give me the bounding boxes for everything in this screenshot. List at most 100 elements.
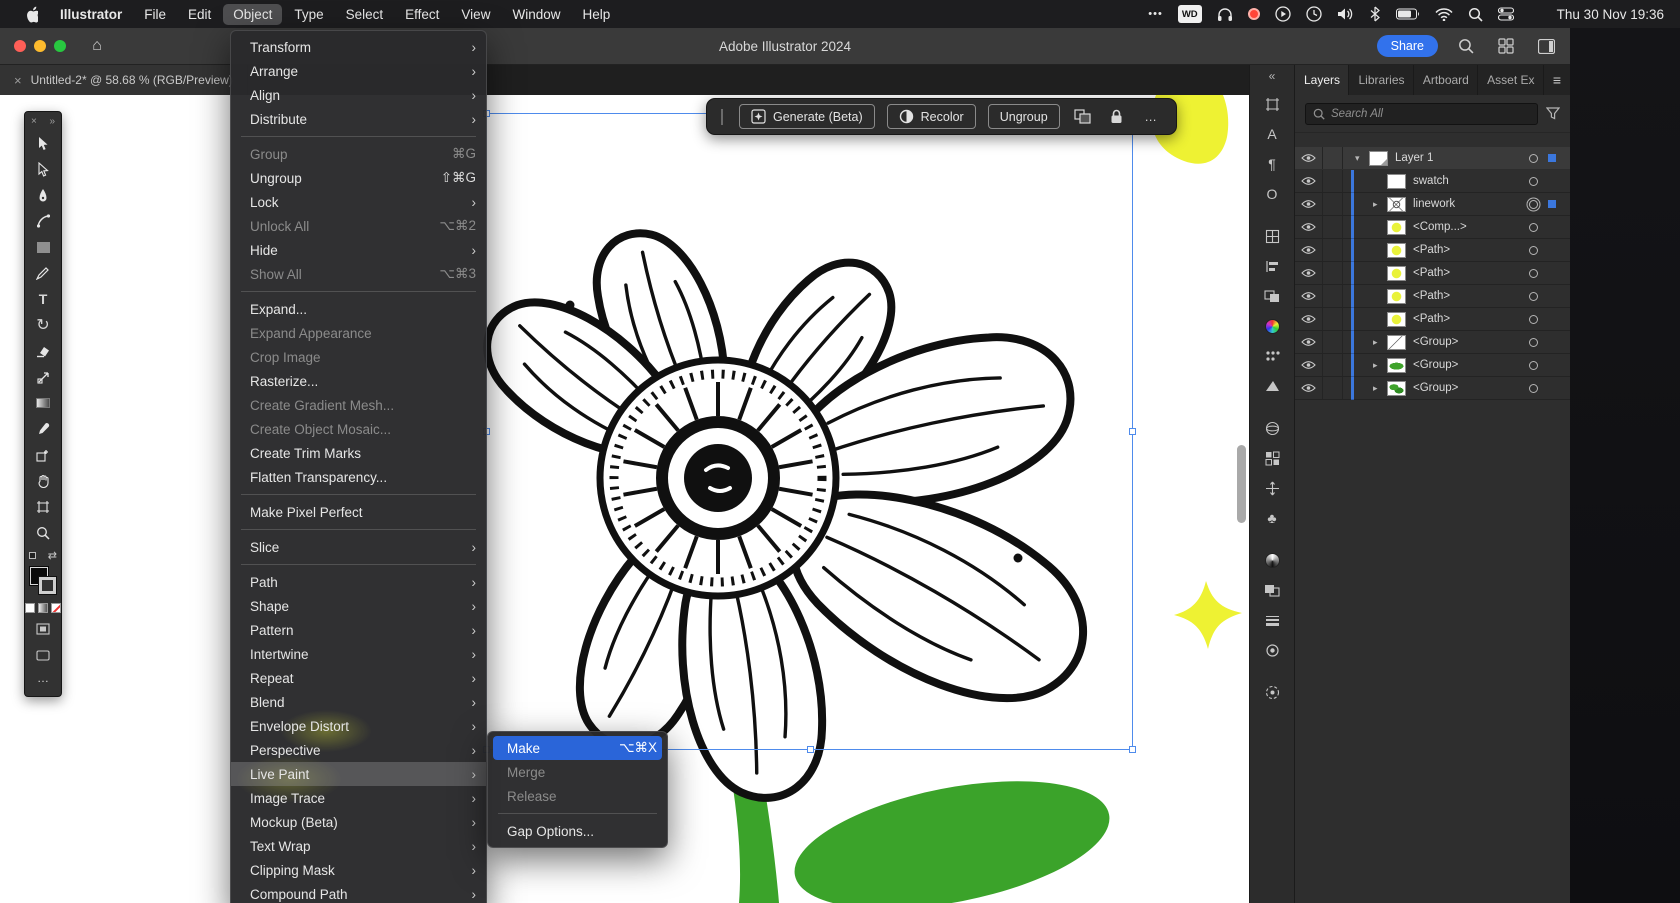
visibility-eye-icon[interactable] — [1295, 285, 1323, 307]
submenu-item-make[interactable]: Make⌥⌘X — [493, 736, 662, 760]
target-circle[interactable] — [1529, 246, 1538, 255]
menu-item-slice[interactable]: Slice› — [231, 535, 486, 559]
layer-name[interactable]: swatch — [1413, 175, 1449, 187]
lock-column[interactable] — [1323, 216, 1343, 238]
group-objects-icon[interactable] — [1072, 106, 1094, 128]
swatches-panel-icon[interactable] — [1250, 371, 1295, 401]
panel-menu-icon[interactable]: ≡ — [1544, 65, 1570, 95]
layer-thumbnail[interactable] — [1387, 335, 1406, 350]
headphones-icon[interactable] — [1217, 5, 1233, 23]
more-apps-icon[interactable]: ••• — [1148, 5, 1163, 23]
target-circle[interactable] — [1529, 338, 1538, 347]
symbols-panel-icon[interactable]: ♣ — [1250, 503, 1295, 533]
menu-item-transform[interactable]: Transform› — [231, 35, 486, 59]
target-circle[interactable] — [1529, 223, 1538, 232]
artboard-tool[interactable] — [24, 494, 62, 520]
target-circle[interactable] — [1529, 177, 1538, 186]
menubar-app-name[interactable]: Illustrator — [50, 4, 132, 25]
menu-item-image-trace[interactable]: Image Trace› — [231, 786, 486, 810]
menubar-item-view[interactable]: View — [451, 4, 500, 25]
search-icon[interactable] — [1454, 34, 1478, 58]
more-options-icon[interactable]: … — [1140, 106, 1162, 128]
menubar-item-window[interactable]: Window — [502, 4, 570, 25]
hand-tool[interactable] — [24, 468, 62, 494]
layer-name[interactable]: <Group> — [1413, 382, 1458, 394]
selection-tool[interactable] — [24, 130, 62, 156]
target-circle[interactable] — [1529, 361, 1538, 370]
swap-fill-stroke[interactable]: ⇄ — [24, 546, 62, 564]
menu-item-expand[interactable]: Expand... — [231, 297, 486, 321]
layer-thumbnail[interactable] — [1387, 289, 1406, 304]
scale-tool[interactable] — [24, 364, 62, 390]
artboard-panel-icon[interactable] — [1250, 89, 1295, 119]
visibility-eye-icon[interactable] — [1295, 262, 1323, 284]
rectangle-tool[interactable] — [24, 234, 62, 260]
direct-selection-tool[interactable] — [24, 156, 62, 182]
menu-item-rasterize[interactable]: Rasterize... — [231, 369, 486, 393]
shape-builder-tool[interactable] — [24, 442, 62, 468]
color-mode-icon[interactable] — [25, 603, 35, 613]
menubar-item-effect[interactable]: Effect — [395, 4, 449, 25]
draw-mode-icon[interactable] — [24, 616, 62, 642]
visibility-eye-icon[interactable] — [1295, 308, 1323, 330]
menu-item-envelope-distort[interactable]: Envelope Distort› — [231, 714, 486, 738]
ungroup-button[interactable]: Ungroup — [988, 104, 1060, 129]
3d-materials-panel-icon[interactable] — [1250, 413, 1295, 443]
layer-name[interactable]: <Group> — [1413, 336, 1458, 348]
workspace-switcher-icon[interactable] — [1494, 34, 1518, 58]
gradient-tool[interactable] — [24, 390, 62, 416]
visibility-eye-icon[interactable] — [1295, 239, 1323, 261]
layer-row-path[interactable]: <Path> — [1295, 308, 1570, 331]
edit-toolbar-icon[interactable]: … — [24, 668, 62, 688]
rotate-tool[interactable]: ↻ — [24, 312, 62, 338]
wifi-icon[interactable] — [1435, 5, 1453, 23]
zoom-tool[interactable] — [24, 520, 62, 546]
visibility-eye-icon[interactable] — [1295, 193, 1323, 215]
gradient-mode-icon[interactable] — [38, 603, 48, 613]
eraser-tool[interactable] — [24, 338, 62, 364]
volume-icon[interactable] — [1337, 5, 1354, 23]
none-mode-icon[interactable] — [51, 603, 61, 613]
menu-item-create-trim-marks[interactable]: Create Trim Marks — [231, 441, 486, 465]
screen-mode-icon[interactable] — [24, 642, 62, 668]
target-circle[interactable] — [1529, 292, 1538, 301]
layer-thumbnail[interactable] — [1369, 151, 1388, 166]
paragraph-panel-icon[interactable]: ¶ — [1250, 149, 1295, 179]
layer-thumbnail[interactable] — [1387, 197, 1406, 212]
target-circle[interactable] — [1529, 154, 1538, 163]
transparency-panel-icon[interactable] — [1250, 575, 1295, 605]
layer-row-layer1[interactable]: ▾ Layer 1 — [1295, 147, 1570, 170]
brushes-panel-icon[interactable] — [1250, 677, 1295, 707]
menu-item-repeat[interactable]: Repeat› — [231, 666, 486, 690]
layer-row-path[interactable]: <Path> — [1295, 285, 1570, 308]
menu-item-compound-path[interactable]: Compound Path› — [231, 882, 486, 903]
layer-row-path[interactable]: <Path> — [1295, 262, 1570, 285]
lock-column[interactable] — [1323, 239, 1343, 261]
visibility-eye-icon[interactable] — [1295, 216, 1323, 238]
visibility-eye-icon[interactable] — [1295, 354, 1323, 376]
lock-column[interactable] — [1323, 170, 1343, 192]
pencil-tool[interactable] — [24, 260, 62, 286]
disclosure-chevron-icon[interactable]: ▸ — [1373, 360, 1387, 371]
lock-column[interactable] — [1323, 285, 1343, 307]
menu-item-shape[interactable]: Shape› — [231, 594, 486, 618]
layer-row-group[interactable]: ▸ <Group> — [1295, 377, 1570, 400]
clock-status-icon[interactable] — [1306, 5, 1322, 23]
share-button[interactable]: Share — [1377, 35, 1438, 57]
pen-tool[interactable] — [24, 182, 62, 208]
menu-item-arrange[interactable]: Arrange› — [231, 59, 486, 83]
color-guide-panel-icon[interactable] — [1250, 341, 1295, 371]
canvas-scrollbar-thumb[interactable] — [1237, 445, 1246, 523]
menu-item-pattern[interactable]: Pattern› — [231, 618, 486, 642]
battery-icon[interactable] — [1396, 5, 1420, 23]
tab-layers[interactable]: Layers — [1295, 65, 1349, 95]
layer-thumbnail[interactable] — [1387, 243, 1406, 258]
lock-icon[interactable] — [1106, 106, 1128, 128]
menubar-item-help[interactable]: Help — [572, 4, 620, 25]
layer-name[interactable]: <Group> — [1413, 359, 1458, 371]
menu-item-align[interactable]: Align› — [231, 83, 486, 107]
menu-item-lock[interactable]: Lock› — [231, 190, 486, 214]
layer-row-swatch[interactable]: swatch — [1295, 170, 1570, 193]
menubar-item-edit[interactable]: Edit — [178, 4, 221, 25]
visibility-eye-icon[interactable] — [1295, 170, 1323, 192]
